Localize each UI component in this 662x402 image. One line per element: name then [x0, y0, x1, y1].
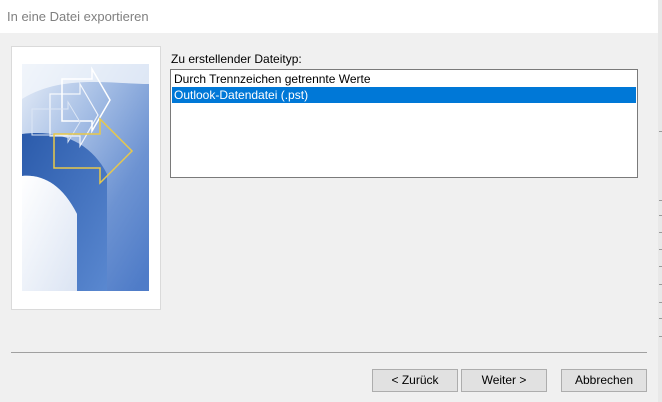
list-item-csv[interactable]: Durch Trennzeichen getrennte Werte: [172, 71, 636, 87]
title-bar: In eine Datei exportieren: [0, 0, 658, 33]
back-button[interactable]: < Zurück: [372, 369, 458, 392]
window-title: In eine Datei exportieren: [7, 9, 149, 24]
cancel-button[interactable]: Abbrechen: [561, 369, 647, 392]
file-type-label: Zu erstellender Dateityp:: [171, 52, 302, 66]
window-edge: [658, 0, 662, 402]
separator: [11, 352, 647, 353]
next-button[interactable]: Weiter >: [461, 369, 547, 392]
list-item-pst[interactable]: Outlook-Datendatei (.pst): [172, 87, 636, 103]
file-type-listbox[interactable]: Durch Trennzeichen getrennte Werte Outlo…: [170, 69, 638, 178]
export-wizard-arrows-graphic: [22, 64, 149, 291]
wizard-image-frame: [11, 46, 161, 310]
